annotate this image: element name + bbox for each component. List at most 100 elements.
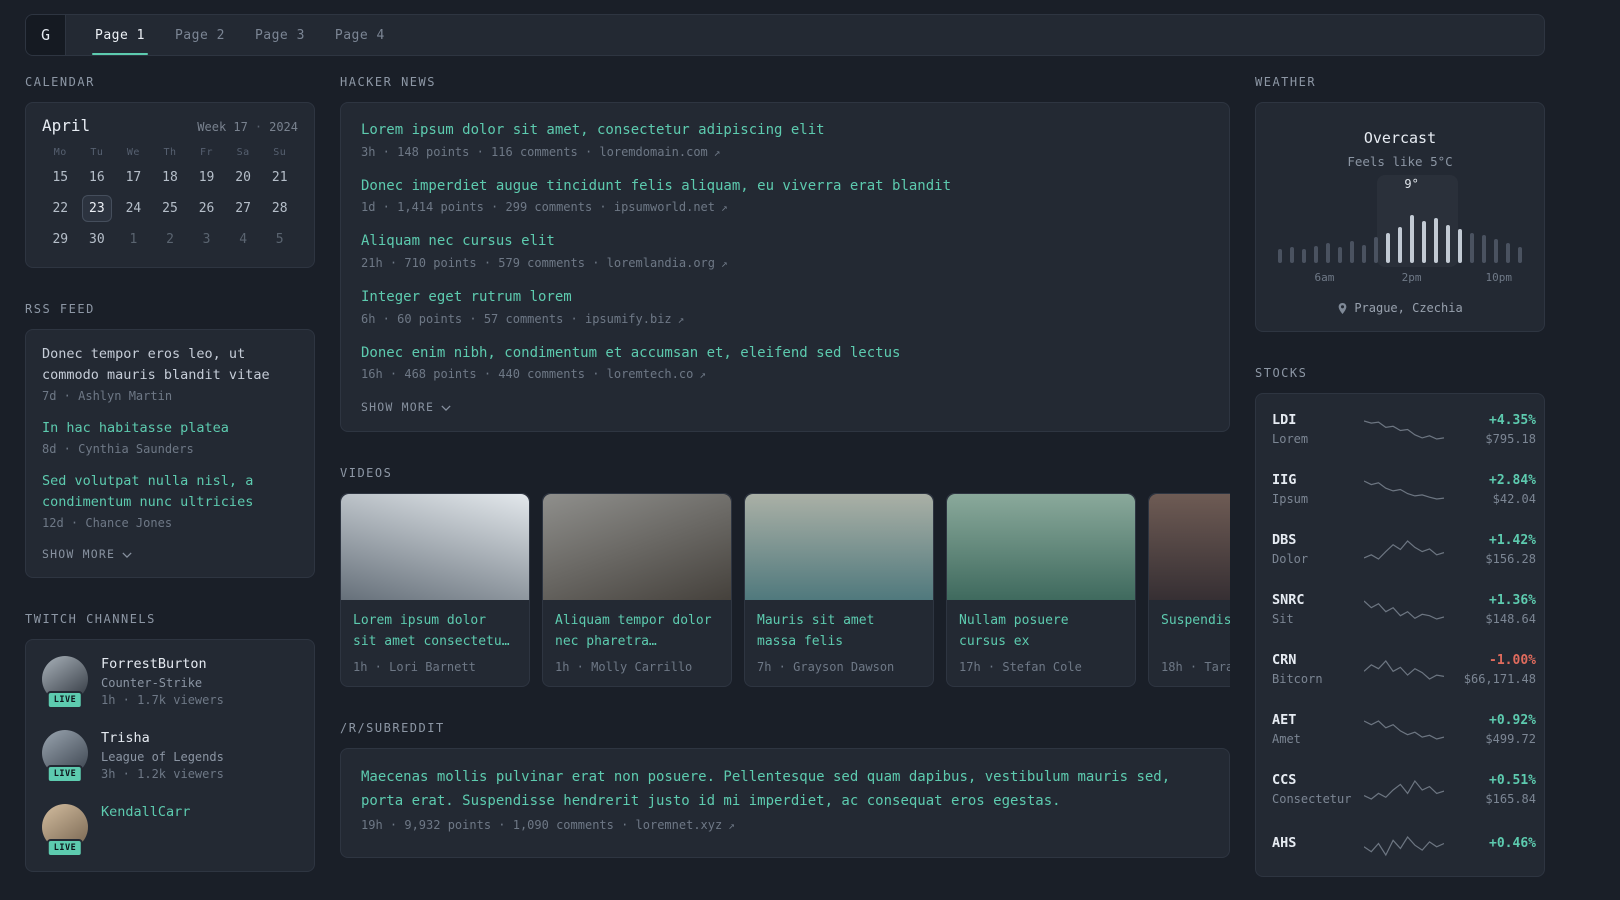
channel-name[interactable]: KendallCarr	[101, 804, 190, 820]
video-meta: 7h · Grayson Dawson	[757, 660, 895, 675]
stock-right: +4.35% $795.18	[1444, 413, 1536, 446]
page-tab[interactable]: Page 1	[92, 15, 148, 55]
weather-time-label: 6am	[1314, 271, 1335, 284]
live-badge: LIVE	[46, 764, 84, 783]
calendar-day: 4	[239, 232, 248, 247]
external-link-icon: ↗	[721, 257, 728, 271]
external-link-icon: ↗	[728, 818, 735, 832]
calendar-year: 2024	[269, 120, 298, 134]
weather-location: Prague, Czechia	[1354, 301, 1463, 315]
weather-feels-like: Feels like 5°C	[1347, 154, 1453, 169]
channel-name[interactable]: Trisha	[101, 730, 224, 746]
video-card[interactable]: Suspendisse diam 18h · Tara	[1148, 493, 1230, 688]
stock-row[interactable]: SNRC Sit +1.36% $148.64	[1272, 579, 1536, 639]
hackernews-item-title[interactable]: Integer eget rutrum lorem	[361, 287, 1209, 309]
stock-name: Amet	[1272, 732, 1301, 746]
videos-section: VIDEOS Lorem ipsum dolor sit amet consec…	[340, 466, 1230, 688]
weather-bar	[1350, 241, 1354, 263]
stock-row[interactable]: AET Amet +0.92% $499.72	[1272, 699, 1536, 759]
rss-list: Donec tempor eros leo, ut commodo mauris…	[42, 344, 298, 530]
video-title[interactable]: Mauris sit amet massa felis	[757, 611, 921, 653]
rss-item-meta: 8d · Cynthia Saunders	[42, 441, 194, 456]
video-title[interactable]: Lorem ipsum dolor sit amet consectetu…	[353, 611, 517, 653]
stock-row[interactable]: CRN Bitcorn -1.00% $66,171.48	[1272, 639, 1536, 699]
hackernews-item-title[interactable]: Lorem ipsum dolor sit amet, consectetur …	[361, 120, 1209, 142]
stock-right: +1.42% $156.28	[1444, 533, 1536, 566]
video-card[interactable]: Nullam posuere cursus ex 17h · Stefan Co…	[946, 493, 1136, 688]
rss-item-title[interactable]: In hac habitasse platea	[42, 418, 298, 439]
stock-row[interactable]: IIG Ipsum +2.84% $42.04	[1272, 459, 1536, 519]
weather-bar	[1506, 243, 1510, 263]
stock-row[interactable]: LDI Lorem +4.35% $795.18	[1272, 399, 1536, 459]
rss-item-meta: 7d · Ashlyn Martin	[42, 388, 173, 403]
hackernews-item: Aliquam nec cursus elit 21h · 710 points…	[361, 231, 1209, 270]
weather-condition: Overcast	[1363, 129, 1437, 147]
calendar-day: 5	[275, 232, 284, 247]
stock-change: +0.51%	[1489, 772, 1536, 788]
stock-row[interactable]: AHS +0.46%	[1272, 819, 1536, 871]
rss-item-title[interactable]: Sed volutpat nulla nisl, a condimentum n…	[42, 471, 298, 513]
hackernews-item-meta: 21h · 710 points · 579 comments · loreml…	[361, 256, 1209, 270]
rss-card: Donec tempor eros leo, ut commodo mauris…	[25, 329, 315, 578]
weather-time-axis: 6am 2pm 10pm	[1278, 271, 1522, 285]
page-tab[interactable]: Page 4	[332, 15, 388, 55]
video-card[interactable]: Aliquam tempor dolor nec pharetra… 1h · …	[542, 493, 732, 688]
calendar-day: 23	[79, 193, 116, 224]
weather-bar	[1410, 215, 1414, 263]
calendar-day: 3	[202, 232, 211, 247]
hackernews-item-title[interactable]: Aliquam nec cursus elit	[361, 231, 1209, 253]
channel-name[interactable]: ForrestBurton	[101, 656, 224, 672]
weather-bar-chart: 9°	[1278, 177, 1522, 263]
stock-sparkline	[1364, 540, 1444, 560]
app-logo[interactable]: G	[26, 15, 66, 55]
calendar-day: 21	[271, 170, 288, 185]
twitch-channel[interactable]: LIVE KendallCarr	[42, 803, 298, 857]
weekday-label: Mo	[53, 147, 67, 158]
calendar-day: 22	[52, 201, 69, 216]
hackernews-item-title[interactable]: Donec imperdiet augue tincidunt felis al…	[361, 176, 1209, 198]
spark-wrap	[1364, 716, 1444, 742]
twitch-section: TWITCH CHANNELS LIVE ForrestBurton Count…	[25, 612, 315, 872]
video-card[interactable]: Mauris sit amet massa felis 7h · Grayson…	[744, 493, 934, 688]
stock-row[interactable]: CCS Consectetur +0.51% $165.84	[1272, 759, 1536, 819]
video-title[interactable]: Aliquam tempor dolor nec pharetra…	[555, 611, 719, 653]
stock-name: Consectetur	[1272, 792, 1352, 806]
weather-bar	[1518, 247, 1522, 263]
external-link-icon: ↗	[677, 312, 685, 326]
hackernews-item-meta-text: 6h · 60 points · 57 comments · ipsumify.…	[361, 311, 672, 326]
weather-bar	[1374, 237, 1378, 263]
weather-card: Overcast Feels like 5°C 9° 6am 2pm 10pm Pr…	[1255, 102, 1545, 332]
external-link-icon: ↗	[713, 145, 721, 159]
hackernews-item-meta-text: 3h · 148 points · 116 comments · loremdo…	[361, 144, 708, 159]
subreddit-section: /R/SUBREDDIT Maecenas mollis pulvinar er…	[340, 721, 1230, 858]
hackernews-item-meta: 6h · 60 points · 57 comments · ipsumify.…	[361, 312, 1209, 326]
video-card[interactable]: Lorem ipsum dolor sit amet consectetu… 1…	[340, 493, 530, 688]
video-title[interactable]: Suspendisse diam	[1161, 611, 1230, 653]
channel-info: ForrestBurton Counter-Strike 1h · 1.7k v…	[101, 656, 224, 707]
rss-section: RSS FEED Donec tempor eros leo, ut commo…	[25, 302, 315, 578]
rss-show-more-button[interactable]: SHOW MORE	[42, 545, 132, 565]
calendar-day-grid: 15 16 17 18 19 20 21 22 23 24 25 26 27 28 29 30 1 2 3 4 5	[42, 162, 298, 255]
weekday-label: Su	[273, 147, 287, 158]
page-tab[interactable]: Page 3	[252, 15, 308, 55]
twitch-channel[interactable]: LIVE ForrestBurton Counter-Strike 1h · 1…	[42, 655, 298, 709]
hackernews-item-title[interactable]: Donec enim nibh, condimentum et accumsan…	[361, 343, 1209, 365]
subreddit-post-title[interactable]: Maecenas mollis pulvinar erat non posuer…	[361, 766, 1209, 812]
channel-viewers: 1h · 1.7k viewers	[101, 692, 224, 707]
hackernews-show-more-button[interactable]: SHOW MORE	[361, 398, 451, 418]
page-tab[interactable]: Page 2	[172, 15, 228, 55]
rss-item-title[interactable]: Donec tempor eros leo, ut commodo mauris…	[42, 344, 298, 386]
video-title[interactable]: Nullam posuere cursus ex	[959, 611, 1123, 653]
video-thumbnail	[745, 494, 933, 601]
calendar-day: 16	[89, 170, 105, 185]
twitch-channel[interactable]: LIVE Trisha League of Legends 3h · 1.2k …	[42, 729, 298, 783]
weather-bar	[1422, 221, 1426, 263]
weather-bar	[1362, 245, 1366, 263]
stock-price: $148.64	[1485, 611, 1536, 626]
hackernews-item-meta: 16h · 468 points · 440 comments · loremt…	[361, 367, 1209, 381]
calendar-day: 2	[166, 232, 174, 247]
stock-sparkline	[1364, 600, 1444, 620]
twitch-card: LIVE ForrestBurton Counter-Strike 1h · 1…	[25, 638, 315, 872]
stock-right: +0.51% $165.84	[1444, 773, 1536, 806]
stock-row[interactable]: DBS Dolor +1.42% $156.28	[1272, 519, 1536, 579]
